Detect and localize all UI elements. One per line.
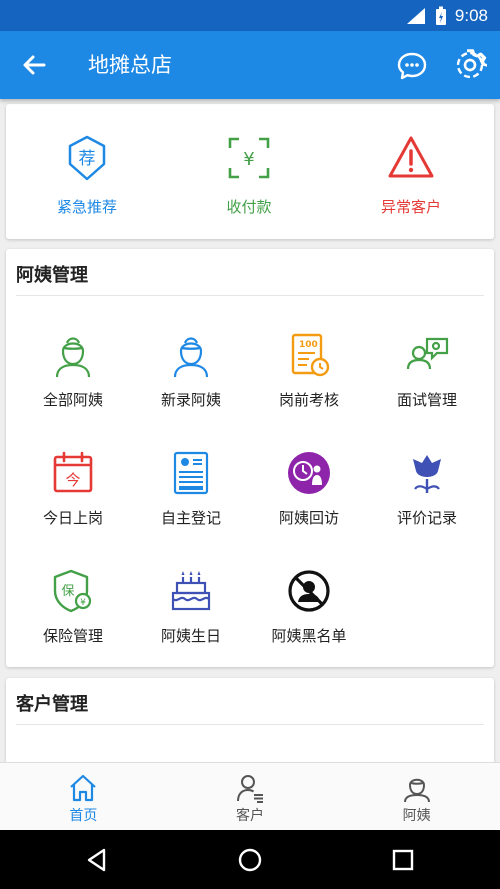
insurance-management-label: 保险管理	[42, 627, 103, 645]
recents-square-icon[interactable]	[390, 847, 416, 873]
interview-management-label: 面试管理	[396, 391, 457, 409]
today-onboard-label: 今日上岗	[42, 509, 103, 527]
svg-text:¥: ¥	[243, 149, 254, 170]
ayi-management-card: 阿姨管理 全部阿姨 新录阿姨 100 岗前考核 面试管理 今 今日上岗 自主登记…	[6, 249, 494, 667]
blacklist-icon	[288, 570, 330, 612]
home-icon	[70, 774, 97, 802]
all-ayi-button[interactable]: 全部阿姨	[14, 331, 132, 441]
new-ayi-label: 新录阿姨	[160, 391, 221, 409]
exam-score-icon: 100	[291, 333, 330, 377]
svg-text:100: 100	[299, 340, 318, 350]
ayi-birthday-label: 阿姨生日	[160, 627, 221, 645]
caregiver-blue-icon	[173, 337, 209, 378]
insurance-shield-icon: 保¥	[53, 569, 92, 613]
nav-ayi[interactable]: 阿姨	[333, 763, 500, 830]
birthday-cake-icon	[171, 571, 211, 611]
system-navigation-bar	[0, 830, 500, 889]
section-title: 阿姨管理	[16, 265, 88, 286]
svg-text:保: 保	[61, 584, 74, 599]
calendar-today-icon: 今	[53, 451, 93, 493]
self-register-label: 自主登记	[160, 509, 221, 527]
urgent-recommend-button[interactable]: 荐 紧急推荐	[6, 104, 168, 239]
caregiver-icon	[403, 778, 430, 803]
clock: 9:08	[454, 5, 488, 25]
recommend-badge-icon: 荐	[68, 135, 106, 181]
self-register-button[interactable]: 自主登记	[132, 449, 250, 559]
urgent-recommend-label: 紧急推荐	[56, 198, 117, 216]
pre-job-exam-label: 岗前考核	[278, 391, 339, 409]
interview-management-button[interactable]: 面试管理	[368, 331, 486, 441]
nav-clients-label: 客户	[236, 808, 264, 824]
registration-form-icon	[173, 451, 209, 495]
back-triangle-icon[interactable]	[84, 847, 110, 873]
battery-icon	[435, 6, 446, 25]
caregiver-green-icon	[55, 337, 91, 378]
ayi-revisit-button[interactable]: 阿姨回访	[250, 449, 368, 559]
nav-ayi-label: 阿姨	[402, 808, 431, 824]
ayi-revisit-label: 阿姨回访	[278, 509, 339, 527]
quick-actions-card: 荐 紧急推荐 ¥ 收付款 异常客户	[6, 104, 494, 239]
svg-text:荐: 荐	[79, 149, 96, 169]
client-person-icon	[237, 775, 263, 803]
nav-home[interactable]: 首页	[0, 763, 167, 830]
revisit-clock-icon	[288, 452, 330, 494]
abnormal-client-label: 异常客户	[380, 198, 441, 216]
today-onboard-button[interactable]: 今 今日上岗	[14, 449, 132, 559]
payment-button[interactable]: ¥ 收付款	[168, 104, 330, 239]
review-records-button[interactable]: 评价记录	[368, 449, 486, 559]
home-circle-icon[interactable]	[237, 847, 263, 873]
svg-text:¥: ¥	[80, 598, 86, 608]
message-icon[interactable]	[396, 50, 428, 82]
divider	[16, 295, 484, 296]
review-flower-icon	[413, 455, 441, 493]
new-ayi-button[interactable]: 新录阿姨	[132, 331, 250, 441]
warning-triangle-icon	[388, 136, 434, 178]
ayi-birthday-button[interactable]: 阿姨生日	[132, 567, 250, 677]
bottom-navigation: 首页 客户 阿姨	[0, 762, 500, 830]
app-bar: 地摊总店	[0, 31, 500, 99]
all-ayi-label: 全部阿姨	[42, 391, 103, 409]
interview-icon	[406, 337, 449, 370]
insurance-management-button[interactable]: 保 ¥ 保险管理	[14, 567, 132, 677]
scan-yuan-icon: ¥	[228, 137, 270, 179]
payment-label: 收付款	[226, 198, 272, 216]
page-title: 地摊总店	[88, 53, 172, 77]
section-title: 客户管理	[16, 694, 88, 715]
back-arrow-icon[interactable]	[18, 49, 50, 81]
pre-job-exam-button[interactable]: 100 岗前考核	[250, 331, 368, 441]
abnormal-client-button[interactable]: 异常客户	[330, 104, 492, 239]
ayi-blacklist-label: 阿姨黑名单	[271, 627, 347, 645]
signal-icon	[406, 7, 425, 24]
divider	[16, 724, 484, 725]
nav-clients[interactable]: 客户	[167, 763, 334, 830]
nav-home-label: 首页	[69, 808, 98, 824]
review-records-label: 评价记录	[396, 509, 457, 527]
settings-gear-icon[interactable]	[453, 48, 487, 82]
svg-text:今: 今	[65, 471, 80, 489]
status-bar: 9:08	[0, 0, 500, 31]
ayi-blacklist-button[interactable]: 阿姨黑名单	[250, 567, 368, 677]
